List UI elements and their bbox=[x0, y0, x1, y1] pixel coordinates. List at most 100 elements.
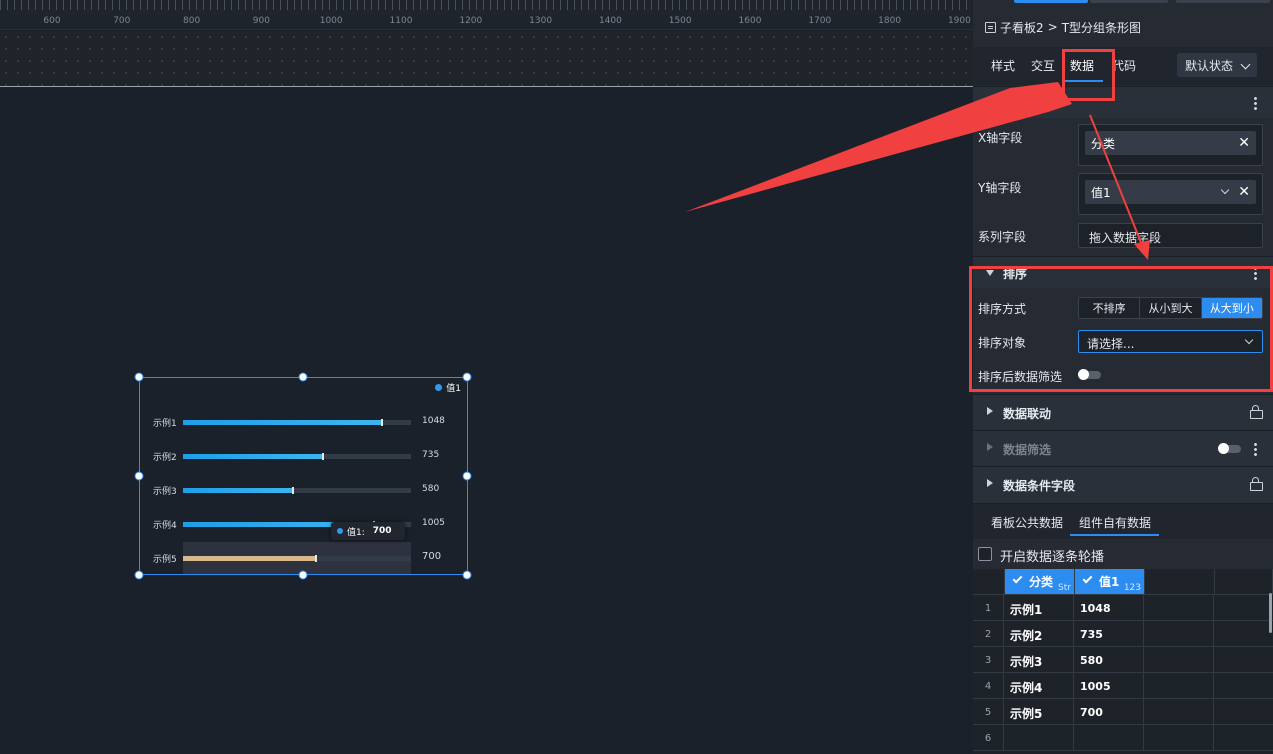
more-options-icon[interactable] bbox=[1254, 442, 1257, 456]
tab-component-own-data[interactable]: 组件自有数据 bbox=[1079, 514, 1151, 531]
column-header-category[interactable]: 分类 Str bbox=[1005, 569, 1075, 595]
table-row[interactable]: 4 示例4 1005 bbox=[973, 673, 1273, 699]
chevron-down-icon[interactable] bbox=[1220, 185, 1230, 195]
state-select[interactable]: 默认状态 bbox=[1177, 53, 1257, 77]
x-field-value: 分类 bbox=[1091, 136, 1116, 151]
section-title: 数据条件字段 bbox=[1003, 479, 1076, 493]
table-row[interactable]: 1 示例1 1048 bbox=[973, 595, 1273, 621]
section-title: 数据筛选 bbox=[1003, 443, 1052, 457]
cell-value[interactable]: 1005 bbox=[1074, 673, 1144, 699]
bar-row[interactable]: 示例3 580 bbox=[140, 480, 467, 500]
table-row[interactable]: 2 示例2 735 bbox=[973, 621, 1273, 647]
section-data-filter[interactable]: 数据筛选 bbox=[973, 430, 1273, 466]
y-field-dropzone[interactable]: 值1 ✕ bbox=[1078, 173, 1263, 215]
bar-row[interactable]: 示例5 700 bbox=[140, 548, 467, 568]
cell-value[interactable] bbox=[1074, 725, 1144, 751]
breadcrumb: 子看板2 > T型分组条形图 bbox=[985, 19, 1141, 35]
lock-icon bbox=[1250, 405, 1263, 419]
ruler-label: 1500 bbox=[668, 16, 692, 26]
check-icon bbox=[1012, 573, 1023, 584]
bar-category-label: 示例5 bbox=[153, 555, 177, 565]
annotation-box-sort-section bbox=[969, 266, 1273, 392]
cell-category[interactable]: 示例2 bbox=[1004, 621, 1074, 647]
tooltip-value: 700 bbox=[372, 526, 392, 536]
cell-empty[interactable] bbox=[1144, 725, 1214, 751]
cell-category[interactable]: 示例3 bbox=[1004, 647, 1074, 673]
remove-icon[interactable]: ✕ bbox=[1238, 135, 1250, 151]
tab-board-public-data[interactable]: 看板公共数据 bbox=[991, 514, 1063, 531]
breadcrumb-parent[interactable]: 子看板2 bbox=[1000, 19, 1044, 36]
bar-row[interactable]: 示例4 1005 bbox=[140, 514, 467, 534]
y-field-label: Y轴字段 bbox=[978, 181, 1022, 195]
resize-handle-top-left[interactable] bbox=[134, 372, 144, 382]
resize-handle-bottom[interactable] bbox=[298, 570, 308, 580]
tab-code[interactable]: 代码 bbox=[1112, 57, 1136, 74]
resize-handle-bottom-right[interactable] bbox=[462, 570, 472, 580]
tab-style[interactable]: 样式 bbox=[991, 57, 1015, 74]
table-row[interactable]: 6 bbox=[973, 725, 1273, 751]
resize-handle-right[interactable] bbox=[462, 471, 472, 481]
x-field-chip[interactable]: 分类 ✕ bbox=[1085, 131, 1256, 155]
resize-handle-left[interactable] bbox=[134, 471, 144, 481]
column-header-value[interactable]: 值1 123 bbox=[1075, 569, 1145, 595]
table-row[interactable]: 5 示例5 700 bbox=[973, 699, 1273, 725]
bar-row[interactable]: 示例1 1048 bbox=[140, 412, 467, 432]
x-field-dropzone[interactable]: 分类 ✕ bbox=[1078, 124, 1263, 166]
resize-handle-top-right[interactable] bbox=[462, 372, 472, 382]
cell-empty[interactable] bbox=[1144, 595, 1214, 621]
canvas-header-grid bbox=[0, 31, 973, 87]
column-type: 123 bbox=[1123, 583, 1141, 593]
resize-handle-bottom-left[interactable] bbox=[134, 570, 144, 580]
ruler-label: 1800 bbox=[878, 16, 902, 26]
bar-chart-widget[interactable]: 值1 示例1 1048 示例2 735 示例3 580 示例4 1005 示例5 700 值1: … bbox=[139, 377, 468, 575]
table-row[interactable]: 3 示例3 580 bbox=[973, 647, 1273, 673]
x-field-label: X轴字段 bbox=[978, 131, 1023, 145]
chart-legend: 值1 bbox=[435, 381, 461, 394]
cell-empty[interactable] bbox=[1144, 699, 1214, 725]
section-field-settings[interactable]: 字段设置 bbox=[973, 86, 1273, 118]
carousel-label: 开启数据逐条轮播 bbox=[1000, 550, 1105, 565]
carousel-checkbox[interactable] bbox=[978, 547, 992, 561]
resize-handle-top[interactable] bbox=[298, 372, 308, 382]
section-data-linkage[interactable]: 数据联动 bbox=[973, 394, 1273, 430]
legend-dot-icon bbox=[435, 384, 443, 391]
lock-icon bbox=[1250, 477, 1263, 491]
cell-value[interactable]: 735 bbox=[1074, 621, 1144, 647]
series-field-dropzone[interactable]: 拖入数据字段 bbox=[1078, 223, 1263, 248]
ruler-label: 1000 bbox=[319, 16, 343, 26]
column-header-empty[interactable] bbox=[1215, 569, 1273, 595]
bar-end-marker bbox=[381, 419, 383, 426]
ruler-ticks bbox=[0, 0, 973, 10]
cell-value[interactable]: 1048 bbox=[1074, 595, 1144, 621]
tab-interaction[interactable]: 交互 bbox=[1031, 57, 1055, 74]
cell-category[interactable] bbox=[1004, 725, 1074, 751]
remove-icon[interactable]: ✕ bbox=[1238, 184, 1250, 200]
bar-category-label: 示例3 bbox=[153, 487, 177, 497]
more-options-icon[interactable] bbox=[1254, 96, 1257, 110]
cell-value[interactable]: 580 bbox=[1074, 647, 1144, 673]
cell-empty[interactable] bbox=[1144, 673, 1214, 699]
grid-scrollbar[interactable] bbox=[1269, 593, 1272, 633]
ruler-label: 700 bbox=[113, 16, 131, 26]
bar-track bbox=[183, 555, 411, 562]
cell-category[interactable]: 示例4 bbox=[1004, 673, 1074, 699]
bar[interactable] bbox=[183, 420, 382, 425]
column-header-empty[interactable] bbox=[1145, 569, 1215, 595]
cell-category[interactable]: 示例5 bbox=[1004, 699, 1074, 725]
bar-end-marker bbox=[292, 487, 294, 494]
cell-empty[interactable] bbox=[1144, 647, 1214, 673]
data-filter-toggle[interactable] bbox=[1218, 443, 1241, 454]
bar-end-marker bbox=[322, 453, 324, 460]
section-condition-fields[interactable]: 数据条件字段 bbox=[973, 466, 1273, 503]
bar[interactable] bbox=[183, 454, 323, 459]
bar-row[interactable]: 示例2 735 bbox=[140, 446, 467, 466]
cell-category[interactable]: 示例1 bbox=[1004, 595, 1074, 621]
y-field-chip[interactable]: 值1 ✕ bbox=[1085, 180, 1256, 204]
bar[interactable] bbox=[183, 556, 316, 561]
bar-category-label: 示例4 bbox=[153, 521, 177, 531]
bar[interactable] bbox=[183, 488, 293, 493]
cell-value[interactable]: 700 bbox=[1074, 699, 1144, 725]
ruler-label: 1300 bbox=[529, 16, 553, 26]
cell-empty[interactable] bbox=[1144, 621, 1214, 647]
row-number: 1 bbox=[973, 595, 1004, 621]
